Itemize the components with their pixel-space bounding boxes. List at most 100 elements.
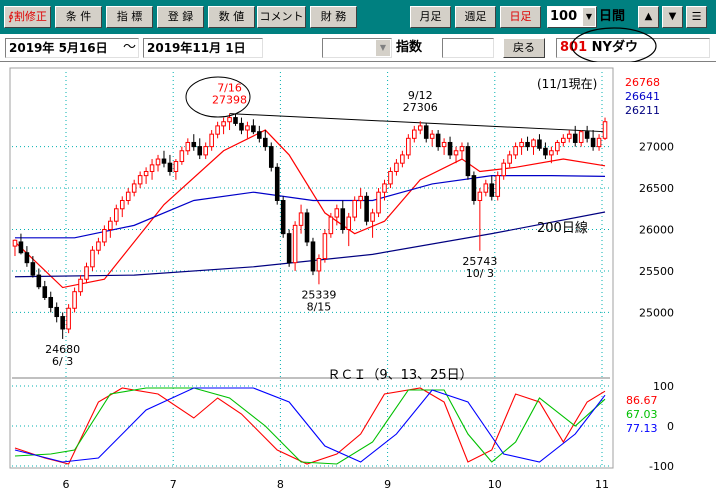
candle-body	[191, 141, 197, 148]
x-tick-label: 10	[488, 478, 502, 491]
values-button[interactable]: 数 値	[208, 6, 255, 28]
up-arrow-icon: ▲	[644, 11, 653, 22]
comment-button[interactable]: コメント	[257, 6, 306, 28]
monthly-button[interactable]: 月足	[410, 6, 451, 28]
candle-body	[584, 131, 590, 139]
candle-body	[370, 212, 375, 222]
candle-body	[114, 208, 119, 222]
split-correction-button[interactable]: ∮割修正	[4, 6, 51, 28]
candle-body	[334, 208, 340, 218]
candle-body	[400, 154, 405, 164]
candle-body	[417, 125, 423, 131]
candle-body	[519, 141, 524, 148]
register-button[interactable]: 登 録	[157, 6, 204, 28]
candle-body	[108, 220, 113, 231]
scroll-down-button[interactable]: ▼	[662, 6, 683, 28]
rci-legend-long: 77.13	[626, 422, 658, 435]
annotation-value: 27398	[212, 94, 247, 107]
candle-body	[495, 175, 501, 197]
candle-body	[60, 316, 65, 330]
candle-body	[251, 125, 256, 133]
candle-body	[566, 133, 572, 139]
x-tick-label: 7	[170, 478, 177, 491]
candle-body	[465, 146, 471, 177]
candle-body	[572, 133, 578, 143]
candle-body	[483, 183, 489, 193]
candle-body	[78, 278, 83, 293]
x-tick-label: 9	[384, 478, 391, 491]
legend-ma-long: 26211	[625, 104, 660, 117]
x-tick-label: 8	[277, 478, 284, 491]
candle-body	[96, 241, 101, 251]
candle-body	[90, 249, 95, 268]
candle-body	[48, 296, 54, 308]
candle-body	[167, 162, 173, 172]
weekly-button[interactable]: 週足	[455, 6, 496, 28]
down-arrow-icon: ▼	[668, 11, 677, 22]
rci-y-tick-label: -100	[649, 460, 674, 473]
candle-body	[72, 291, 77, 309]
condition-button[interactable]: 条 件	[55, 6, 102, 28]
candle-body	[310, 241, 316, 272]
candle-body	[537, 139, 542, 149]
candle-body	[233, 117, 238, 124]
scroll-up-button[interactable]: ▲	[638, 6, 659, 28]
candle-body	[131, 183, 137, 193]
candle-body	[340, 208, 346, 231]
candle-body	[388, 170, 393, 185]
candle-body	[274, 166, 280, 201]
candle-body	[161, 158, 167, 164]
candle-body	[292, 224, 298, 264]
rci-legend-mid: 67.03	[626, 408, 658, 421]
candle-body	[239, 122, 244, 131]
candle-body	[215, 125, 220, 135]
x-tick-label: 11	[595, 478, 609, 491]
candle-body	[54, 306, 59, 318]
candle-body	[328, 216, 334, 235]
indicator-button[interactable]: 指 標	[106, 6, 153, 28]
candle-body	[24, 252, 30, 264]
candle-body	[298, 212, 304, 226]
y-tick-label: 27000	[639, 141, 674, 154]
candle-body	[280, 199, 286, 235]
candle-body	[435, 133, 441, 148]
candle-body	[602, 121, 608, 139]
candle-body	[18, 241, 24, 254]
candle-body	[221, 121, 226, 127]
candle-body	[155, 158, 161, 166]
legend-ma-mid: 26641	[625, 90, 660, 103]
candle-body	[316, 258, 322, 272]
candle-body	[203, 146, 208, 156]
daily-button[interactable]: 日足	[500, 6, 541, 28]
candle-body	[257, 131, 262, 139]
candle-body	[30, 262, 36, 276]
candle-body	[304, 212, 310, 243]
candle-body	[596, 137, 602, 148]
rci-legend-short: 86.67	[626, 394, 658, 407]
candle-body	[376, 191, 381, 214]
rci-title: ＲＣＩ（9、13、25日）	[327, 368, 472, 383]
candle-body	[209, 133, 214, 148]
candle-body	[143, 170, 149, 177]
candle-body	[525, 141, 530, 148]
financials-button[interactable]: 財 務	[310, 6, 357, 28]
candle-body	[447, 141, 453, 156]
candle-body	[549, 150, 554, 156]
highlight-circle	[571, 27, 657, 65]
candle-body	[429, 133, 435, 139]
candle-body	[286, 233, 292, 264]
rci-y-tick-label: 0	[667, 420, 674, 433]
candle-body	[66, 307, 71, 330]
chevron-down-icon[interactable]: ▼	[583, 8, 595, 26]
candle-body	[185, 141, 191, 152]
candle-body	[489, 183, 495, 197]
period-count-input[interactable]: 100 ▼	[547, 6, 597, 28]
candle-body	[561, 137, 566, 143]
candle-body	[590, 137, 596, 148]
candle-body	[12, 239, 18, 247]
candle-body	[268, 146, 274, 168]
menu-button[interactable]: ☰	[686, 6, 707, 28]
candle-body	[578, 131, 584, 143]
candle-body	[555, 141, 560, 152]
rci-y-tick-label: 100	[653, 380, 674, 393]
